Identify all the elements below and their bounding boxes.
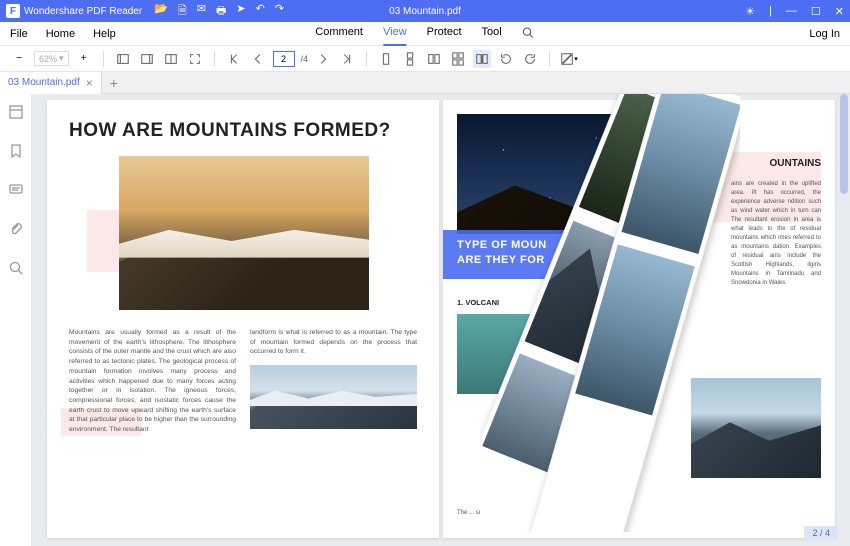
tab-mountain[interactable]: 03 Mountain.pdf × <box>0 72 102 94</box>
theme-icon[interactable]: ☀ <box>745 5 755 18</box>
menu-help[interactable]: Help <box>93 28 116 40</box>
right-body: ains are created in the uplifted area. i… <box>731 180 821 288</box>
divider: | <box>769 5 772 17</box>
bottom-body: The ... surface fo... what is called th.… <box>457 509 617 518</box>
view-toolbar: − 62% ▾ + /4 ▾ <box>0 46 850 72</box>
new-tab-button[interactable]: + <box>102 75 126 91</box>
book-view-icon[interactable] <box>473 50 491 68</box>
tab-label: 03 Mountain.pdf <box>8 77 80 88</box>
side-panel <box>0 94 32 546</box>
page-total: /4 <box>301 54 309 64</box>
first-page-button[interactable] <box>225 50 243 68</box>
prev-page-button[interactable] <box>249 50 267 68</box>
document-canvas[interactable]: HOW ARE MOUNTAINS FORMED? Mountains are … <box>32 94 850 546</box>
tab-close-icon[interactable]: × <box>86 76 93 90</box>
comments-icon[interactable] <box>8 182 24 203</box>
separator <box>366 51 367 67</box>
next-page-button[interactable] <box>314 50 332 68</box>
window-controls: ☀ | — ☐ ✕ <box>745 5 844 18</box>
hero-image <box>119 156 369 310</box>
zoom-level[interactable]: 62% ▾ <box>34 51 69 66</box>
mail-icon[interactable]: ✉ <box>197 2 206 21</box>
fit-height-icon[interactable] <box>162 50 180 68</box>
zoom-out-button[interactable]: − <box>10 50 28 68</box>
right-title: OUNTAINS <box>770 158 821 169</box>
rotate-right-icon[interactable] <box>497 50 515 68</box>
app-logo: F Wondershare PDF Reader <box>6 4 142 18</box>
login-button[interactable]: Log In <box>809 28 840 40</box>
body-col-1: Mountains are usually formed as a result… <box>69 328 236 435</box>
redo-icon[interactable]: ↷ <box>275 2 284 21</box>
document-title: 03 Mountain.pdf <box>389 6 461 17</box>
background-icon[interactable]: ▾ <box>560 50 578 68</box>
undo-icon[interactable]: ↶ <box>256 2 265 21</box>
separator <box>214 51 215 67</box>
menu-bar: File Home Help Comment View Protect Tool… <box>0 22 850 46</box>
fullscreen-icon[interactable] <box>186 50 204 68</box>
search-panel-icon[interactable] <box>8 260 24 281</box>
page-input[interactable] <box>273 51 295 67</box>
bottom-image <box>691 378 821 478</box>
separator <box>549 51 550 67</box>
menu-protect[interactable]: Protect <box>427 22 462 46</box>
logo-icon: F <box>6 4 20 18</box>
menu-comment[interactable]: Comment <box>315 22 363 46</box>
subsection-title: 1. VOLCANI <box>457 298 499 307</box>
menu-view[interactable]: View <box>383 22 407 46</box>
fit-page-icon[interactable] <box>138 50 156 68</box>
last-page-button[interactable] <box>338 50 356 68</box>
menu-tool[interactable]: Tool <box>482 22 502 46</box>
search-icon[interactable] <box>522 22 535 46</box>
save-icon[interactable]: 🗎 <box>178 2 187 21</box>
menu-home[interactable]: Home <box>46 28 75 40</box>
fit-width-icon[interactable] <box>114 50 132 68</box>
print-icon[interactable]: 🖶 <box>216 2 226 21</box>
main-area: HOW ARE MOUNTAINS FORMED? Mountains are … <box>0 94 850 546</box>
document-tabs: 03 Mountain.pdf × + <box>0 72 850 94</box>
night-mountain-image <box>457 114 689 234</box>
two-continuous-icon[interactable] <box>449 50 467 68</box>
page-title: HOW ARE MOUNTAINS FORMED? <box>69 120 417 142</box>
bookmarks-icon[interactable] <box>8 143 24 164</box>
title-bar: F Wondershare PDF Reader 📂 🗎 ✉ 🖶 ➤ ↶ ↷ 0… <box>0 0 850 22</box>
vertical-scrollbar[interactable] <box>840 94 848 194</box>
maximize-button[interactable]: ☐ <box>811 5 821 18</box>
inline-image <box>250 365 417 429</box>
share-icon[interactable]: ➤ <box>236 2 245 21</box>
single-page-icon[interactable] <box>377 50 395 68</box>
page-right: TYPE OF MOUN ARE THEY FOR 1. VOLCANI OUN… <box>443 100 835 538</box>
menu-file[interactable]: File <box>10 28 28 40</box>
open-icon[interactable]: 📂 <box>154 2 168 21</box>
separator <box>103 51 104 67</box>
app-name: Wondershare PDF Reader <box>24 6 142 17</box>
close-button[interactable]: ✕ <box>835 5 844 18</box>
section-banner: TYPE OF MOUN ARE THEY FOR <box>443 230 675 279</box>
teal-image <box>457 314 567 394</box>
page-left: HOW ARE MOUNTAINS FORMED? Mountains are … <box>47 100 439 538</box>
zoom-in-button[interactable]: + <box>75 50 93 68</box>
continuous-icon[interactable] <box>401 50 419 68</box>
thumbnails-icon[interactable] <box>8 104 24 125</box>
page-indicator: 2 / 4 <box>804 526 838 540</box>
body-col-2: landform is what is referred to as a mou… <box>250 328 417 435</box>
rotate-left-icon[interactable] <box>521 50 539 68</box>
minimize-button[interactable]: — <box>786 5 797 17</box>
title-quick-icons: 📂 🗎 ✉ 🖶 ➤ ↶ ↷ <box>154 2 284 21</box>
attachments-icon[interactable] <box>8 221 24 242</box>
two-page-icon[interactable] <box>425 50 443 68</box>
